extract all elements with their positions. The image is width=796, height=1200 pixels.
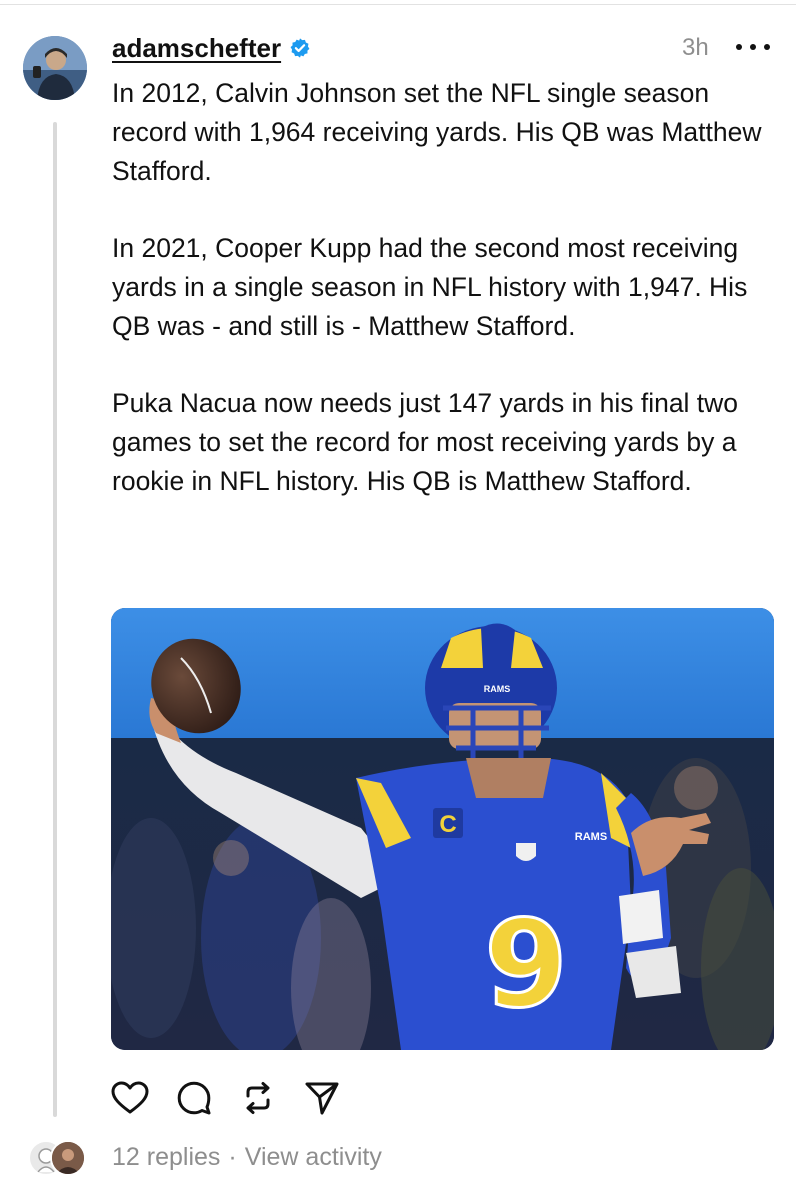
replies-count-link[interactable]: 12 replies bbox=[112, 1143, 220, 1172]
post-footer: 12 replies · View activity bbox=[112, 1140, 382, 1174]
post-header: adamschefter bbox=[112, 30, 311, 66]
quarterback-photo: RAMS C RAMS 9 bbox=[111, 608, 774, 1050]
action-bar bbox=[108, 1076, 364, 1120]
repost-icon bbox=[246, 1082, 270, 1114]
author-avatar[interactable] bbox=[23, 36, 87, 100]
share-icon bbox=[305, 1082, 339, 1115]
repost-button[interactable] bbox=[236, 1076, 280, 1120]
post-paragraph: In 2012, Calvin Johnson set the NFL sing… bbox=[112, 78, 762, 186]
post-timestamp: 3h bbox=[682, 34, 709, 61]
reply-avatar bbox=[50, 1140, 86, 1176]
post-body: In 2012, Calvin Johnson set the NFL sing… bbox=[112, 74, 772, 501]
avatar-photo bbox=[23, 36, 87, 100]
footer-separator: · bbox=[228, 1142, 237, 1171]
heart-icon bbox=[111, 1081, 149, 1114]
author-username[interactable]: adamschefter bbox=[112, 33, 281, 64]
more-options-icon[interactable] bbox=[736, 32, 770, 62]
post-image[interactable]: RAMS C RAMS 9 bbox=[111, 608, 774, 1050]
comment-button[interactable] bbox=[172, 1076, 216, 1120]
view-activity-link[interactable]: View activity bbox=[245, 1143, 382, 1172]
reply-avatars[interactable] bbox=[28, 1140, 88, 1176]
post-paragraph: In 2021, Cooper Kupp had the second most… bbox=[112, 233, 748, 341]
top-divider bbox=[0, 4, 796, 5]
thread-line bbox=[53, 122, 57, 1117]
jersey-number: 9 bbox=[484, 896, 568, 1035]
captain-patch: C bbox=[439, 811, 456, 838]
verified-badge-icon bbox=[290, 38, 310, 58]
post-paragraph: Puka Nacua now needs just 147 yards in h… bbox=[112, 388, 739, 496]
comment-icon bbox=[177, 1081, 211, 1115]
helmet-logo: RAMS bbox=[484, 684, 511, 694]
share-button[interactable] bbox=[300, 1076, 344, 1120]
jersey-chest-logo: RAMS bbox=[575, 831, 607, 843]
like-button[interactable] bbox=[108, 1076, 152, 1120]
